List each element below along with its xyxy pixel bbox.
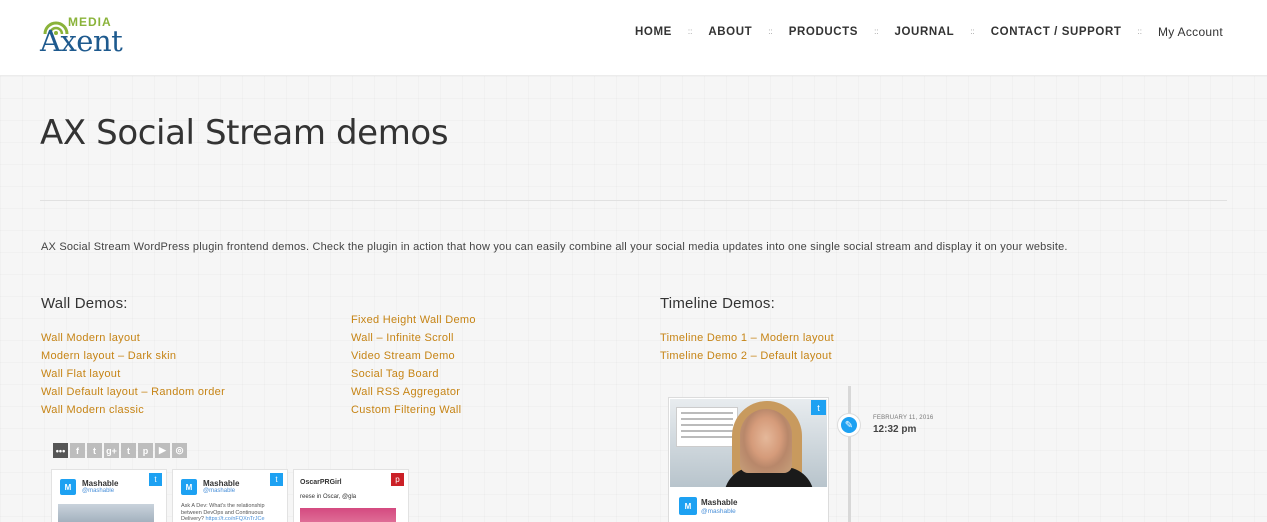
twitter-icon: t: [149, 473, 162, 486]
card-author: Mashable: [82, 479, 119, 488]
wall-demo-link[interactable]: Social Tag Board: [351, 368, 439, 380]
wall-demo-link[interactable]: Wall Default layout – Random order: [41, 386, 225, 398]
nav-contact-support[interactable]: CONTACT / SUPPORT: [991, 26, 1122, 38]
mashable-avatar: M: [60, 479, 76, 495]
twitter-icon: t: [270, 473, 283, 486]
divider: [40, 200, 1227, 201]
card-text: reese in Oscar, @gla: [300, 494, 357, 500]
card-handle: @mashable: [203, 488, 236, 494]
main-nav: HOME :: ABOUT :: PRODUCTS :: JOURNAL :: …: [635, 25, 1223, 39]
timeline-time: 12:32 pm: [873, 424, 917, 435]
timeline-demos-list: Timeline Demo 1 – Modern layout Timeline…: [660, 328, 834, 364]
mashable-avatar: M: [679, 497, 697, 515]
wall-card[interactable]: M Mashable @mashable t: [51, 469, 167, 522]
timeline-demos-heading: Timeline Demos:: [660, 295, 775, 312]
site-logo[interactable]: MEDIA Axent: [40, 14, 150, 60]
timeline-demo-link[interactable]: Timeline Demo 1 – Modern layout: [660, 332, 834, 344]
wall-demo-link[interactable]: Video Stream Demo: [351, 350, 455, 362]
wall-card[interactable]: OscarPRGirl reese in Oscar, @gla p: [293, 469, 409, 522]
wall-demo-link[interactable]: Wall Modern classic: [41, 404, 144, 416]
intro-text: AX Social Stream WordPress plugin fronte…: [41, 241, 1068, 253]
nav-products[interactable]: PRODUCTS: [789, 26, 858, 38]
facebook-icon[interactable]: f: [70, 443, 85, 458]
google-plus-icon[interactable]: g+: [104, 443, 119, 458]
wall-filter-bar: ••• f t g+ t p ▶ ◎: [53, 443, 187, 458]
edit-icon: ✎: [838, 414, 860, 436]
wall-demo-link[interactable]: Modern layout – Dark skin: [41, 350, 176, 362]
wall-demo-link[interactable]: Fixed Height Wall Demo: [351, 314, 476, 326]
card-photo: [58, 504, 154, 522]
wall-demo-link[interactable]: Wall Flat layout: [41, 368, 121, 380]
tumblr-icon[interactable]: t: [121, 443, 136, 458]
pinterest-icon: p: [391, 473, 404, 486]
logo-name-text: Axent: [40, 24, 123, 58]
wall-demo-link[interactable]: Custom Filtering Wall: [351, 404, 461, 416]
mashable-avatar: M: [181, 479, 197, 495]
nav-journal[interactable]: JOURNAL: [895, 26, 955, 38]
timeline-demo-link[interactable]: Timeline Demo 2 – Default layout: [660, 350, 832, 362]
nav-separator: ::: [874, 27, 879, 36]
wall-demo-link[interactable]: Wall Modern layout: [41, 332, 140, 344]
page-title: AX Social Stream demos: [40, 113, 449, 153]
nav-separator: ::: [687, 27, 693, 36]
timeline-card[interactable]: t M Mashable @mashable: [668, 397, 829, 522]
card-handle: @mashable: [82, 488, 115, 494]
card-handle: @mashable: [701, 508, 736, 515]
twitter-icon: t: [811, 400, 826, 415]
timeline-line: [848, 386, 851, 522]
video-icon[interactable]: ▶: [155, 443, 170, 458]
wall-demos-list-1: Wall Modern layout Modern layout – Dark …: [41, 328, 225, 418]
wall-demos-list-2: Fixed Height Wall Demo Wall – Infinite S…: [351, 310, 476, 418]
nav-separator: ::: [970, 27, 975, 36]
card-author: Mashable: [701, 498, 738, 507]
tweet-screenshot: [676, 407, 738, 447]
nav-separator: ::: [1137, 27, 1142, 36]
twitter-filter-icon[interactable]: t: [87, 443, 102, 458]
nav-home[interactable]: HOME: [635, 26, 672, 38]
wall-demo-link[interactable]: Wall RSS Aggregator: [351, 386, 460, 398]
site-header: MEDIA Axent HOME :: ABOUT :: PRODUCTS ::…: [0, 0, 1267, 76]
pinterest-filter-icon[interactable]: p: [138, 443, 153, 458]
timeline-card-photo: [670, 399, 827, 487]
card-author: OscarPRGirl: [300, 479, 342, 486]
nav-my-account[interactable]: My Account: [1158, 25, 1223, 39]
all-filter-icon[interactable]: •••: [53, 443, 68, 458]
wall-card[interactable]: M Mashable @mashable t Ask A Dev: What's…: [172, 469, 288, 522]
card-photo: [300, 508, 396, 522]
nav-separator: ::: [768, 27, 773, 36]
wall-demos-heading: Wall Demos:: [41, 295, 128, 312]
person-face: [740, 409, 792, 473]
card-text: Ask A Dev: What's the relationship betwe…: [181, 503, 281, 522]
card-author: Mashable: [203, 479, 240, 488]
timeline-date: FEBRUARY 11, 2016: [873, 415, 934, 421]
instagram-icon[interactable]: ◎: [172, 443, 187, 458]
nav-about[interactable]: ABOUT: [708, 26, 752, 38]
card-link[interactable]: https://t.co/nFQXnTrJCe: [205, 516, 264, 522]
wall-demo-link[interactable]: Wall – Infinite Scroll: [351, 332, 454, 344]
